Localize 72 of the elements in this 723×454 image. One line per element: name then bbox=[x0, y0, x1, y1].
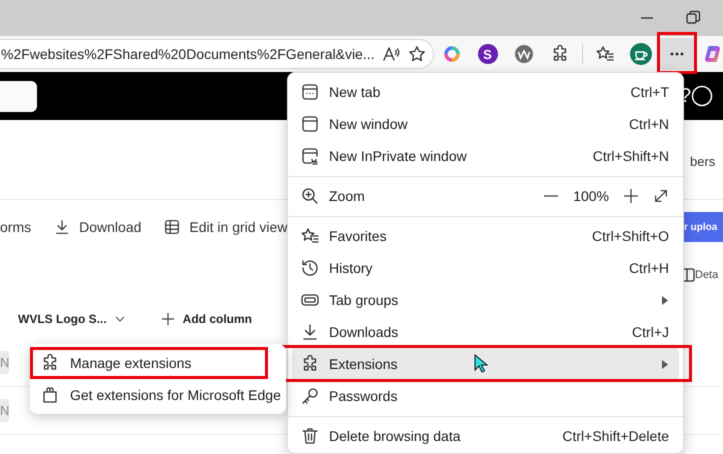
shortcut-label: Ctrl+H bbox=[628, 260, 669, 276]
trash-icon bbox=[300, 426, 320, 446]
window-icon bbox=[300, 114, 320, 134]
menu-item-label: Delete browsing data bbox=[329, 428, 461, 444]
new-tab-icon bbox=[300, 82, 320, 102]
submenu-arrow-icon bbox=[661, 294, 669, 306]
shortcut-label: Ctrl+Shift+O bbox=[592, 228, 669, 244]
shortcut-label: Ctrl+Shift+N bbox=[592, 148, 669, 164]
upload-button[interactable]: r uploa bbox=[682, 212, 723, 242]
add-column-button[interactable]: Add column bbox=[182, 312, 252, 326]
menu-item[interactable]: Zoom 100% bbox=[292, 180, 679, 212]
ring-icon[interactable] bbox=[442, 44, 462, 64]
more-menu-button[interactable] bbox=[658, 38, 695, 70]
profile-avatar-icon[interactable] bbox=[630, 43, 652, 65]
table-cell: N bbox=[0, 351, 10, 374]
menu-item[interactable]: History Ctrl+H bbox=[292, 252, 679, 284]
history-icon bbox=[300, 258, 320, 278]
url-text: %2Fwebsites%2FShared%20Documents%2FGeneral&vie... bbox=[1, 46, 375, 62]
inprivate-window-icon bbox=[300, 146, 320, 166]
menu-item-label: Zoom bbox=[329, 188, 365, 204]
shortcut-label: Ctrl+N bbox=[628, 116, 669, 132]
menu-item[interactable]: New InPrivate window Ctrl+Shift+N bbox=[292, 140, 679, 172]
key-icon bbox=[300, 386, 320, 406]
menu-item-label: Passwords bbox=[329, 388, 398, 404]
search-box[interactable] bbox=[0, 80, 37, 112]
menu-item-label: New InPrivate window bbox=[329, 148, 467, 164]
chevron-down-icon bbox=[114, 316, 125, 322]
menu-item[interactable]: Delete browsing data Ctrl+Shift+Delete bbox=[292, 420, 679, 452]
menu-item-label: Tab groups bbox=[329, 292, 398, 308]
table-cell: N bbox=[0, 399, 10, 422]
menu-item-label: Extensions bbox=[329, 356, 398, 372]
cursor-icon bbox=[474, 354, 488, 374]
address-bar[interactable]: %2Fwebsites%2FShared%20Documents%2FGeneral&vie... bbox=[0, 39, 434, 69]
copilot-icon[interactable] bbox=[702, 44, 723, 64]
wave-extension-icon[interactable] bbox=[514, 44, 534, 64]
menu-item-label: History bbox=[329, 260, 373, 276]
zoom-icon bbox=[300, 186, 320, 206]
fullscreen-icon[interactable] bbox=[653, 188, 669, 204]
command-button[interactable]: orms bbox=[0, 219, 32, 235]
more-dots-icon bbox=[668, 51, 685, 57]
command-button[interactable]: Download bbox=[79, 219, 142, 235]
menu-item[interactable]: Favorites Ctrl+Shift+O bbox=[292, 220, 679, 252]
menu-item-label: Favorites bbox=[329, 228, 387, 244]
column-header[interactable]: WVLS Logo S... bbox=[18, 312, 107, 326]
restore-icon[interactable] bbox=[685, 10, 701, 26]
menu-item-label: New tab bbox=[329, 84, 380, 100]
details-button[interactable]: Deta bbox=[695, 269, 718, 281]
menu-item[interactable]: Downloads Ctrl+J bbox=[292, 316, 679, 348]
submenu-arrow-icon bbox=[661, 358, 669, 370]
menu-item-label: Downloads bbox=[329, 324, 398, 340]
plus-icon[interactable] bbox=[623, 189, 639, 203]
zoom-value: 100% bbox=[573, 188, 609, 204]
menu-item[interactable]: Get extensions for Microsoft Edge bbox=[30, 379, 286, 411]
grid-icon[interactable] bbox=[163, 218, 182, 236]
menu-item[interactable]: Extensions bbox=[292, 348, 679, 380]
shortcut-label: Ctrl+Shift+Delete bbox=[562, 428, 669, 444]
menu-item[interactable]: Tab groups bbox=[292, 284, 679, 316]
avatar-icon[interactable] bbox=[691, 85, 714, 107]
menu-item[interactable]: Manage extensions bbox=[30, 347, 268, 379]
shortcut-label: Ctrl+J bbox=[632, 324, 669, 340]
menu-item[interactable]: New window Ctrl+N bbox=[292, 108, 679, 140]
plus-icon bbox=[160, 312, 175, 326]
members-label: bers bbox=[690, 153, 716, 169]
menu-item-label: Get extensions for Microsoft Edge bbox=[70, 387, 281, 403]
command-button[interactable]: Edit in grid view bbox=[189, 219, 288, 235]
extension-button[interactable]: S bbox=[478, 44, 498, 64]
menu-item-label: Manage extensions bbox=[70, 355, 192, 371]
menu-item-label: New window bbox=[329, 116, 408, 132]
menu-item[interactable]: New tab Ctrl+T bbox=[292, 76, 679, 108]
shortcut-label: Ctrl+T bbox=[630, 84, 669, 100]
menu-item[interactable]: Passwords bbox=[292, 380, 679, 412]
star-icon[interactable] bbox=[406, 44, 427, 64]
